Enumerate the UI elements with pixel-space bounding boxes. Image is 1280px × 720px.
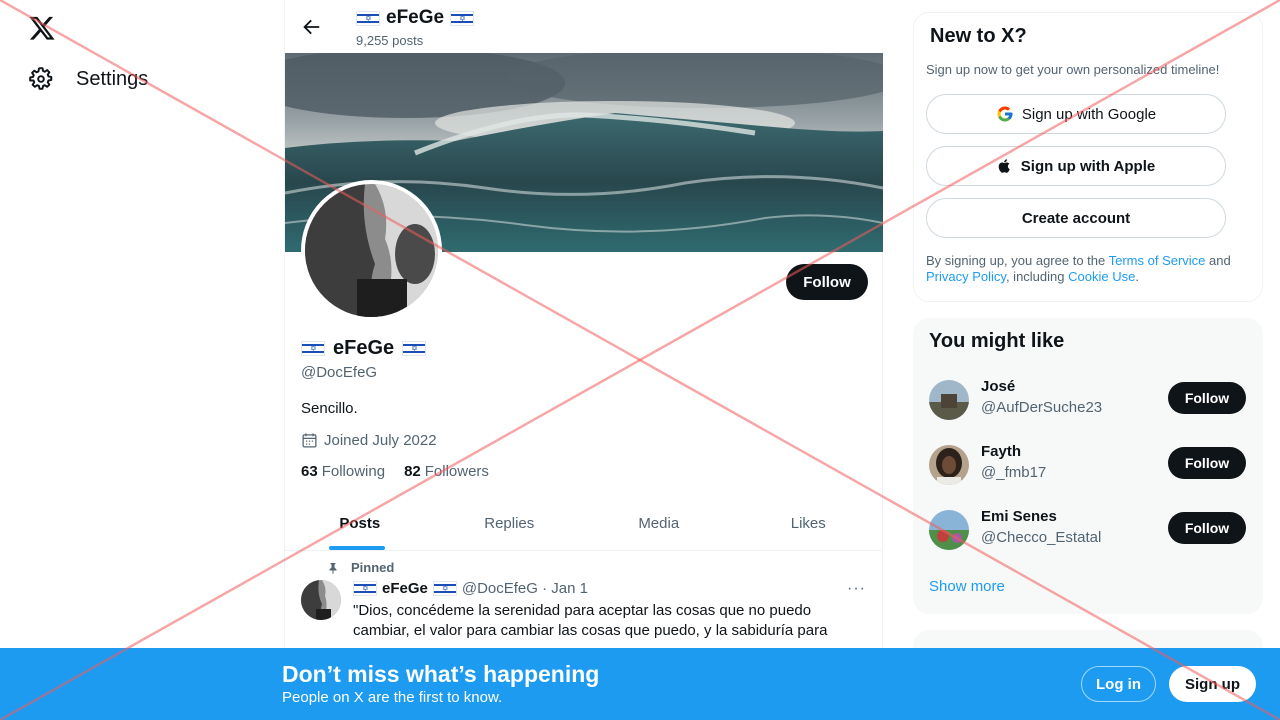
profile-tabs: Posts Replies Media Likes <box>285 497 883 551</box>
terms-prefix: By signing up, you agree to the <box>926 253 1109 268</box>
tweet-avatar-image <box>301 580 341 620</box>
following-count: 63 <box>301 463 318 480</box>
bottom-bar-title: Don’t miss what’s happening <box>282 661 600 687</box>
suggestion-handle: @_fmb17 <box>981 464 1047 481</box>
x-logo-icon[interactable] <box>28 14 56 42</box>
israel-flag-icon: ✡ <box>450 10 475 26</box>
suggestion-item[interactable]: José @AufDerSuche23 Follow <box>929 378 1247 422</box>
suggestion-name[interactable]: Emi Senes <box>981 508 1057 525</box>
avatar-image <box>305 184 438 317</box>
profile-header-bar: ✡ eFeGe ✡ 9,255 posts <box>285 0 883 53</box>
tweet-text: "Dios, concédeme la serenidad para acept… <box>353 602 828 639</box>
suggestion-follow-button[interactable]: Follow <box>1168 447 1246 479</box>
apple-icon <box>998 159 1010 173</box>
profile-avatar[interactable] <box>301 180 442 321</box>
follow-button[interactable]: Follow <box>786 264 868 300</box>
suggestions-title: You might like <box>929 330 1065 352</box>
israel-flag-icon: ✡ <box>432 581 457 596</box>
bottom-bar-subtitle: People on X are the first to know. <box>282 689 503 706</box>
login-button[interactable]: Log in <box>1081 666 1156 702</box>
pin-icon <box>329 562 337 574</box>
followers-link[interactable]: 82 Followers <box>404 463 489 480</box>
header-name-text: eFeGe <box>386 7 445 28</box>
israel-flag-icon: ✡ <box>356 10 380 26</box>
tweet-author-name[interactable]: eFeGe <box>382 580 428 597</box>
privacy-policy-link[interactable]: Privacy Policy <box>926 269 1006 284</box>
create-account-button[interactable]: Create account <box>926 198 1226 238</box>
left-nav: Settings <box>0 0 284 720</box>
terms-mid: and <box>1205 253 1231 268</box>
suggestion-item[interactable]: Emi Senes @Checco_Estatal Follow <box>929 508 1247 552</box>
israel-flag-icon: ✡ <box>301 341 325 356</box>
header-post-count: 9,255 posts <box>356 33 424 48</box>
suggestion-item[interactable]: Fayth @_fmb17 Follow <box>929 443 1247 487</box>
pinned-indicator: Pinned <box>327 560 394 575</box>
tweet-header: ✡ eFeGe ✡ @DocEfeG · Jan 1 <box>353 580 588 597</box>
back-arrow-icon[interactable] <box>299 16 323 38</box>
suggestion-avatar[interactable] <box>929 380 969 420</box>
signup-google-button[interactable]: Sign up with Google <box>926 94 1226 134</box>
profile-display-name: ✡ eFeGe ✡ <box>301 337 427 360</box>
following-label: Following <box>321 463 386 480</box>
israel-flag-icon: ✡ <box>353 581 377 596</box>
header-display-name: ✡ eFeGe ✡ <box>356 7 475 29</box>
avatar-image <box>929 445 969 485</box>
gear-icon <box>29 67 53 90</box>
suggestion-follow-button[interactable]: Follow <box>1168 382 1246 414</box>
more-options-icon[interactable]: ··· <box>847 580 866 598</box>
tab-media[interactable]: Media <box>584 497 734 550</box>
joined-text: Joined July 2022 <box>324 432 437 449</box>
tab-replies[interactable]: Replies <box>435 497 585 550</box>
signup-terms: By signing up, you agree to the Terms of… <box>926 253 1246 285</box>
tweet-handle-date[interactable]: @DocEfeG · Jan 1 <box>462 580 588 597</box>
terms-of-service-link[interactable]: Terms of Service <box>1109 253 1206 268</box>
cookie-use-link[interactable]: Cookie Use <box>1068 269 1135 284</box>
signup-button[interactable]: Sign up <box>1169 666 1256 702</box>
signup-subtitle: Sign up now to get your own personalized… <box>926 62 1220 77</box>
calendar-icon <box>302 433 317 448</box>
suggestion-avatar[interactable] <box>929 445 969 485</box>
suggestion-name[interactable]: Fayth <box>981 443 1021 460</box>
profile-handle: @DocEfeG <box>301 364 378 381</box>
signup-apple-label: Sign up with Apple <box>1020 157 1156 175</box>
following-link[interactable]: 63 Following <box>301 463 385 480</box>
suggestion-follow-button[interactable]: Follow <box>1168 512 1246 544</box>
suggestion-name[interactable]: José <box>981 378 1015 395</box>
followers-count: 82 <box>404 463 421 480</box>
signup-google-label: Sign up with Google <box>1021 105 1157 123</box>
israel-flag-icon: ✡ <box>402 341 427 356</box>
tab-posts[interactable]: Posts <box>285 497 435 550</box>
tweet-avatar[interactable] <box>301 580 341 620</box>
suggestion-avatar[interactable] <box>929 510 969 550</box>
settings-label: Settings <box>76 67 149 90</box>
google-icon <box>997 106 1013 122</box>
terms-end: . <box>1135 269 1139 284</box>
avatar-image <box>929 510 969 550</box>
signup-title: New to X? <box>930 25 1027 47</box>
followers-label: Followers <box>424 463 489 480</box>
follow-stats: 63 Following 82 Followers <box>301 463 489 480</box>
profile-column: ✡ eFeGe ✡ 9,255 posts Follow ✡ eFeGe ✡ @… <box>284 0 883 720</box>
profile-bio: Sencillo. <box>301 400 358 417</box>
you-might-like-card: You might like José @AufDerSuche23 Follo… <box>913 318 1263 614</box>
bottom-signup-bar: Don’t miss what’s happening People on X … <box>0 648 1280 720</box>
signup-card: New to X? Sign up now to get your own pe… <box>913 12 1263 302</box>
avatar-image <box>929 380 969 420</box>
pinned-label: Pinned <box>351 560 395 575</box>
profile-joined: Joined July 2022 <box>301 432 437 449</box>
show-more-link[interactable]: Show more <box>929 578 1005 595</box>
nav-settings[interactable]: Settings <box>28 66 148 92</box>
profile-name-text: eFeGe <box>333 337 395 359</box>
signup-apple-button[interactable]: Sign up with Apple <box>926 146 1226 186</box>
suggestion-handle: @AufDerSuche23 <box>981 399 1103 416</box>
create-account-label: Create account <box>1021 209 1131 227</box>
suggestion-handle: @Checco_Estatal <box>981 529 1102 546</box>
terms-mid2: , including <box>1005 269 1069 284</box>
tab-likes[interactable]: Likes <box>734 497 884 550</box>
